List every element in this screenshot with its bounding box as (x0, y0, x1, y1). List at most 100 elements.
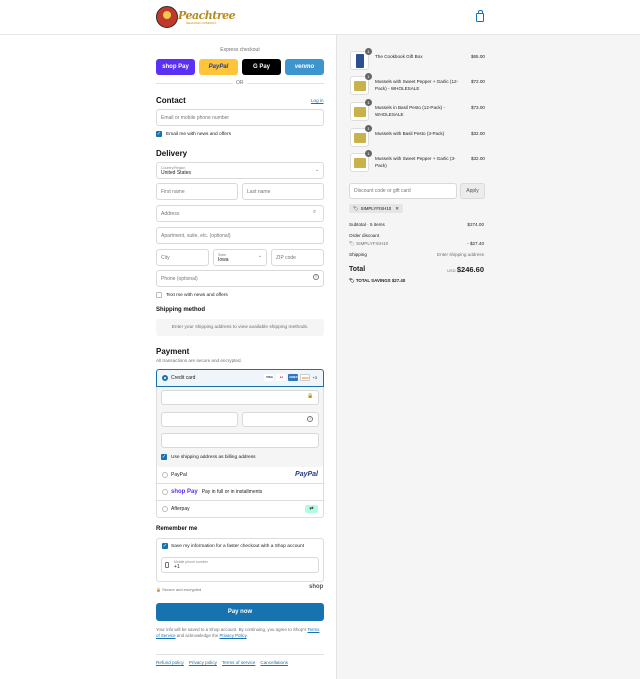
refund-policy-link[interactable]: Refund policy (156, 660, 184, 665)
phone-field[interactable]: Phone (optional) (156, 270, 324, 287)
help-icon[interactable]: ? (313, 274, 319, 280)
product-name: Mussels with Sweet Pepper + Garlic (12-P… (375, 79, 459, 91)
secure-text: Secure and encrypted (162, 587, 202, 592)
line-item: 1 Mussels with Sweet Pepper + Garlic (12… (350, 73, 485, 96)
credit-card-radio[interactable] (162, 375, 168, 381)
afterpay-label: Afterpay (171, 506, 190, 512)
visa-icon: VISA (264, 374, 275, 381)
discount-code-field[interactable]: Discount code or gift card (349, 183, 457, 199)
zip-field[interactable]: ZIP code (271, 249, 324, 266)
shopping-bag-icon[interactable] (476, 10, 484, 22)
logo-subtext: SEAFOOD COMPANY (186, 21, 217, 25)
shop-pay-option[interactable]: shop Pay Pay in full or in installments (156, 484, 324, 501)
address-field[interactable]: Address (156, 205, 324, 222)
email-field[interactable]: Email or mobile phone number (156, 109, 324, 126)
subtotal-value: $274.00 (467, 222, 484, 227)
line-item: 1 Mussels in Basil Pesto (12-Pack) - WHO… (350, 99, 485, 122)
shop-pay-button[interactable]: shop Pay (156, 59, 195, 75)
terms-of-service-link[interactable]: Terms of service (222, 660, 255, 665)
text-news-checkbox[interactable] (156, 292, 162, 298)
total-row: Total USD $246.60 (349, 265, 484, 276)
google-pay-button[interactable]: G Pay (242, 59, 281, 75)
last-name-field[interactable]: Last name (242, 183, 324, 200)
line-item: 1 Mussels with Basil Pesto (3-Pack) $32.… (350, 125, 485, 148)
order-discount-code: SIMPLYFISH10 (356, 241, 389, 246)
expiry-field[interactable] (161, 412, 238, 427)
email-placeholder: Email or mobile phone number (161, 114, 230, 121)
country-select[interactable]: Country/Region United States (156, 162, 324, 179)
quantity-badge: 1 (365, 48, 372, 55)
save-info-label: Save my information for a faster checkou… (171, 544, 305, 549)
card-number-field[interactable] (161, 390, 319, 405)
zip-placeholder: ZIP code (276, 254, 296, 261)
venmo-button[interactable]: venmo (285, 59, 324, 75)
shipping-label: Shipping (349, 252, 367, 257)
pay-now-button[interactable]: Pay now (156, 603, 324, 621)
paypal-option[interactable]: PayPal PayPal (156, 467, 324, 484)
billing-address-checkbox[interactable]: ✓ (161, 454, 167, 460)
quantity-badge: 1 (365, 99, 372, 106)
quantity-badge: 1 (365, 150, 372, 157)
store-logo[interactable]: Peachtree SEAFOOD COMPANY (156, 6, 236, 28)
paypal-radio[interactable] (162, 472, 168, 478)
pay-now-label: Pay now (227, 609, 253, 615)
privacy-policy-link[interactable]: Privacy policy (189, 660, 217, 665)
product-name: Mussels in Basil Pesto (12-Pack) - WHOLE… (375, 105, 445, 117)
product-name: Mussels with Basil Pesto (3-Pack) (375, 131, 445, 136)
amex-icon: AMEX (288, 374, 299, 381)
product-price: $32.00 (470, 131, 485, 136)
line-item: 1 The Cookbook Gift Box $65.00 (350, 48, 485, 71)
apply-button[interactable]: Apply (460, 183, 485, 199)
savings-tag-icon: 🏷 (349, 278, 355, 283)
email-news-checkbox[interactable]: ✓ (156, 131, 162, 137)
logo-emblem (156, 6, 178, 28)
apartment-placeholder: Apartment, suite, etc. (optional) (161, 232, 231, 239)
afterpay-radio[interactable] (162, 506, 168, 512)
apartment-field[interactable]: Apartment, suite, etc. (optional) (156, 227, 324, 244)
city-field[interactable]: City (156, 249, 209, 266)
mobile-phone-icon (165, 562, 169, 568)
legal-line: Your info will be saved to a Shop accoun… (156, 627, 307, 632)
remove-discount-icon[interactable]: ✕ (395, 206, 399, 212)
subtotal-label: Subtotal · 5 items (349, 222, 385, 227)
paypal-logo: PayPal (295, 471, 318, 478)
delivery-title: Delivery (156, 149, 188, 158)
country-value: United States (161, 169, 192, 176)
order-discount-row: 🏷 SIMPLYFISH10 - $27.40 (349, 241, 484, 247)
legal-text: Your info will be saved to a Shop accoun… (156, 627, 324, 639)
order-discount-label: Order discount (349, 233, 380, 238)
shop-pay-radio[interactable] (162, 489, 168, 495)
help-icon[interactable]: ? (307, 416, 313, 422)
lock-icon: 🔒 (156, 587, 161, 592)
afterpay-logo-icon: ⇄ (305, 505, 318, 513)
shipping-value: Enter shipping address (437, 252, 484, 257)
name-on-card-field[interactable] (161, 433, 319, 448)
quantity-badge: 1 (365, 73, 372, 80)
quantity-badge: 1 (365, 125, 372, 132)
tag-icon: 🏷 (353, 205, 359, 211)
cancellations-link[interactable]: Cancellations (260, 660, 288, 665)
search-icon: ⌕ (313, 209, 317, 215)
payment-subtitle: All transactions are secure and encrypte… (156, 358, 242, 363)
first-name-field[interactable]: First name (156, 183, 238, 200)
last-name-placeholder: Last name (247, 188, 271, 195)
product-price: $72.00 (470, 79, 485, 84)
tag-icon: 🏷 (349, 241, 355, 246)
shop-pay-label: shop Pay (162, 64, 189, 70)
afterpay-option[interactable]: Afterpay ⇄ (156, 501, 324, 518)
save-info-checkbox[interactable]: ✓ (162, 543, 168, 549)
mobile-phone-field[interactable]: Mobile phone number +1 (161, 557, 319, 573)
shop-privacy-link[interactable]: Privacy Policy (220, 633, 247, 638)
currency-code: USD (447, 268, 456, 273)
shop-pay-description: Pay in full or in installments (201, 489, 263, 495)
city-placeholder: City (161, 254, 170, 261)
apply-label: Apply (466, 188, 479, 194)
credit-card-option[interactable]: Credit card VISA ●● AMEX DISC +3 (156, 369, 324, 387)
checkout-header: Peachtree SEAFOOD COMPANY (0, 0, 640, 35)
login-link[interactable]: Log in (311, 98, 324, 103)
paypal-button[interactable]: PayPal (199, 59, 238, 75)
line-item: 1 Mussels with Sweet Pepper + Garlic (3-… (350, 150, 485, 173)
legal-and: and acknowledge the (176, 633, 219, 638)
express-checkout-title: Express checkout (220, 47, 260, 53)
shop-logo: shop (309, 584, 324, 590)
